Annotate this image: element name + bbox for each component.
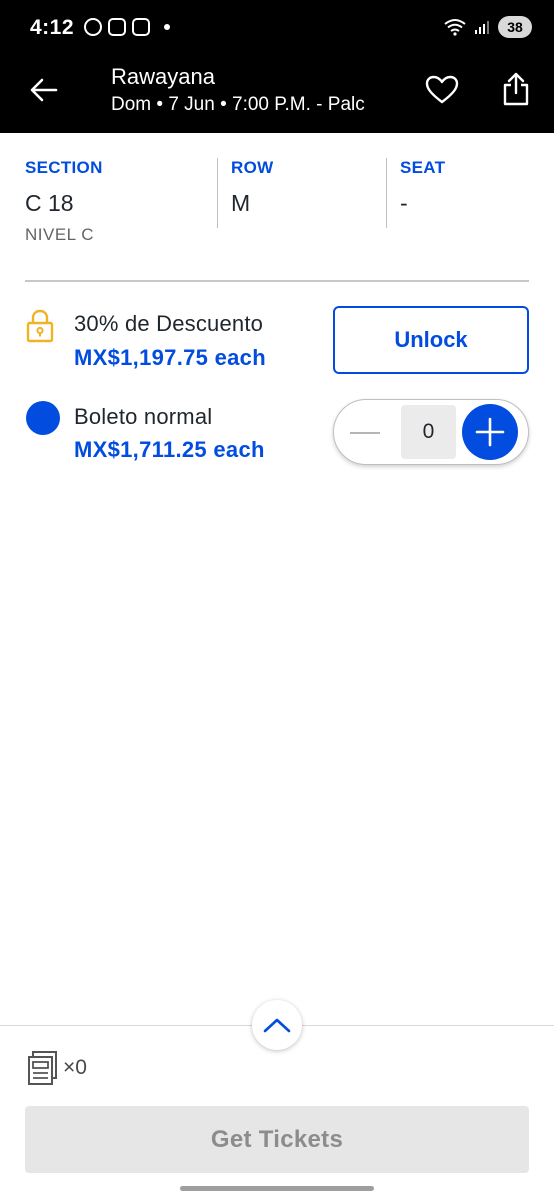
app-icon (108, 18, 126, 36)
heart-icon (425, 75, 459, 104)
seat-column: SEAT - (400, 158, 445, 217)
event-header: Rawayana Dom • 7 Jun • 7:00 P.M. - Palc (0, 56, 554, 133)
offer-name: 30% de Descuento (74, 311, 264, 336)
notification-icons (84, 18, 170, 36)
offer-row-discount: 30% de Descuento MX$1,197.75 each Unlock (0, 300, 554, 380)
quantity-value[interactable]: 0 (401, 405, 456, 459)
instagram-icon (132, 18, 150, 36)
whatsapp-icon (84, 18, 102, 36)
event-subtitle: Dom • 7 Jun • 7:00 P.M. - Palc (111, 94, 365, 115)
row-label: ROW (231, 158, 274, 177)
event-title: Rawayana (111, 64, 215, 89)
offer-price: MX$1,197.75 each (74, 345, 266, 370)
section-label: SECTION (25, 158, 103, 177)
section-column: SECTION C 18 NIVEL C (25, 158, 103, 245)
signal-icon (475, 21, 489, 34)
status-right: 38 (444, 16, 532, 38)
ticket-count: ×0 (27, 1050, 87, 1086)
expand-tray-button[interactable] (252, 1000, 302, 1050)
quantity-stepper: 0 (333, 399, 529, 465)
more-notifications-icon (164, 24, 170, 30)
status-time: 4:12 (30, 16, 75, 39)
offer-price: MX$1,711.25 each (74, 437, 265, 462)
ticket-count-value: ×0 (63, 1056, 87, 1079)
offer-name: Boleto normal (74, 404, 213, 429)
unlock-button[interactable]: Unlock (333, 306, 529, 374)
ticket-icon (28, 1051, 57, 1085)
wifi-icon (444, 19, 466, 36)
divider (217, 158, 218, 228)
row-value: M (231, 190, 251, 216)
section-value: C 18 (25, 190, 74, 216)
decrease-button[interactable] (348, 416, 382, 450)
row-column: ROW M (231, 158, 273, 217)
seat-label: SEAT (400, 158, 446, 177)
seat-value: - (400, 190, 408, 216)
favorite-button[interactable] (420, 68, 464, 112)
share-button[interactable] (494, 66, 538, 112)
share-icon (503, 72, 529, 106)
battery-indicator: 38 (498, 16, 532, 38)
chevron-up-icon (263, 1018, 291, 1033)
arrow-left-icon (30, 78, 58, 102)
minus-icon (350, 432, 380, 434)
plus-icon (475, 417, 505, 447)
offer-row-regular: Boleto normal MX$1,711.25 each 0 (0, 396, 554, 476)
get-tickets-button[interactable]: Get Tickets (25, 1106, 529, 1173)
seat-info: SECTION C 18 NIVEL C ROW M SEAT - (0, 150, 554, 260)
section-level: NIVEL C (25, 225, 95, 244)
status-bar: 4:12 38 (0, 0, 554, 56)
lock-icon (25, 308, 55, 349)
divider (386, 158, 387, 228)
increase-button[interactable] (462, 404, 518, 460)
back-button[interactable] (24, 70, 64, 110)
blue-dot-icon (25, 400, 61, 441)
home-indicator[interactable] (180, 1186, 374, 1191)
section-divider (25, 280, 529, 282)
